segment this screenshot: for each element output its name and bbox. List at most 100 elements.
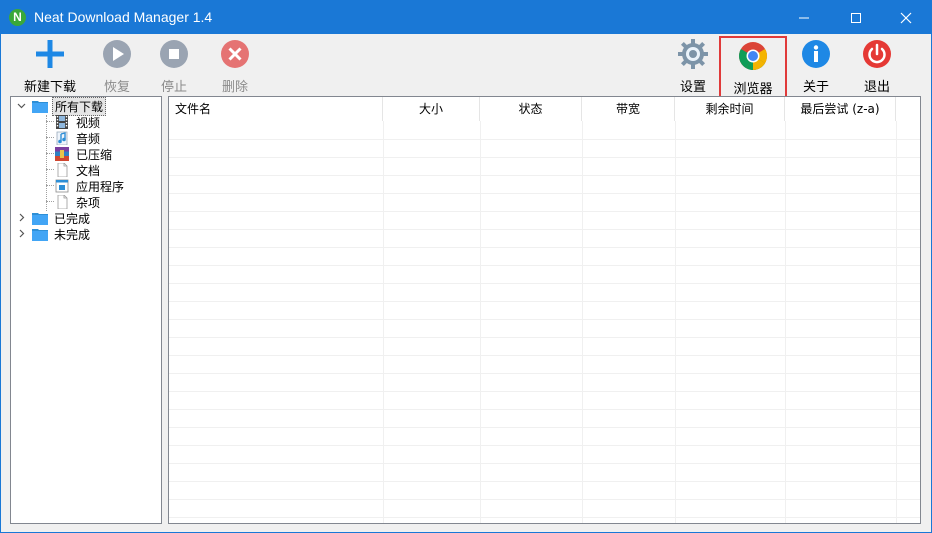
grid-row-line (169, 409, 920, 410)
tree-label: 未完成 (54, 227, 91, 242)
gear-icon (678, 39, 708, 69)
tree-connector (46, 137, 54, 138)
tree-item-documents[interactable]: 文档 (54, 162, 102, 178)
category-tree[interactable]: 所有下载 视频 音频 已压缩 文档 应用程序 杂项 已完成 未完成 (10, 96, 162, 524)
column-header-bandwidth[interactable]: 带宽 (582, 97, 675, 121)
play-icon (103, 40, 131, 68)
tree-item-audio[interactable]: 音频 (54, 130, 102, 146)
stop-button[interactable]: 停止 (155, 34, 193, 96)
grid-row-line (169, 193, 920, 194)
application-icon (55, 179, 69, 193)
grid-row-line (169, 265, 920, 266)
tree-label: 已压缩 (76, 147, 113, 162)
folder-icon (32, 101, 48, 113)
tree-item-video[interactable]: 视频 (54, 114, 102, 130)
folder-icon (32, 213, 48, 225)
folder-icon (32, 229, 48, 241)
power-icon (863, 40, 891, 68)
tree-connector (46, 169, 54, 170)
grid-column-line (896, 121, 897, 523)
grid-row-line (169, 247, 920, 248)
close-button[interactable] (883, 1, 929, 34)
tree-connector (46, 115, 47, 211)
tree-item-compressed[interactable]: 已压缩 (54, 146, 114, 162)
minimize-icon (799, 17, 809, 18)
grid-column-line (383, 121, 384, 523)
tree-connector (46, 185, 54, 186)
close-icon (900, 12, 912, 23)
grid-row-line (169, 373, 920, 374)
tree-item-incomplete[interactable]: 未完成 (32, 226, 92, 242)
chevron-down-icon[interactable] (17, 101, 26, 110)
tree-label: 已完成 (54, 211, 91, 226)
toolbar: 新建下载 恢复 停止 删除 设置 浏览器 关于 退出 (1, 34, 931, 100)
delete-label: 删除 (221, 80, 248, 95)
tree-label: 文档 (76, 163, 101, 178)
tree-label: 应用程序 (76, 179, 125, 194)
grid-column-line (480, 121, 481, 523)
document-icon (57, 163, 68, 177)
info-icon (802, 40, 830, 68)
grid-column-line (582, 121, 583, 523)
grid-row-line (169, 301, 920, 302)
tree-label: 杂项 (76, 195, 101, 210)
maximize-button[interactable] (833, 1, 879, 34)
stop-label: 停止 (160, 80, 187, 95)
tree-item-all-downloads[interactable]: 所有下载 (32, 96, 107, 116)
new-download-button[interactable]: 新建下载 (21, 34, 79, 96)
grid-row-line (169, 517, 920, 518)
grid-row-line (169, 283, 920, 284)
resume-label: 恢复 (103, 80, 130, 95)
grid-row-line (169, 229, 920, 230)
delete-button[interactable]: 删除 (215, 34, 255, 96)
chevron-right-icon[interactable] (17, 229, 26, 238)
list-header: 文件名 大小 状态 带宽 剩余时间 最后尝试 (z-a) (169, 97, 920, 121)
tree-item-misc[interactable]: 杂项 (54, 194, 102, 210)
browser-button[interactable]: 浏览器 (719, 36, 787, 100)
browser-label: 浏览器 (733, 82, 773, 97)
grid-row-line (169, 427, 920, 428)
download-list[interactable]: 文件名 大小 状态 带宽 剩余时间 最后尝试 (z-a) (168, 96, 921, 524)
stop-icon (160, 40, 188, 68)
delete-x-icon (221, 40, 249, 68)
app-window: N Neat Download Manager 1.4 新建下载 恢复 停止 删… (0, 0, 932, 533)
grid-column-line (675, 121, 676, 523)
chevron-right-icon[interactable] (17, 213, 26, 222)
title-bar[interactable]: N Neat Download Manager 1.4 (1, 1, 931, 34)
tree-connector (46, 153, 54, 154)
film-icon (56, 115, 68, 129)
tree-connector (46, 201, 54, 202)
plus-icon (36, 40, 64, 68)
grid-row-line (169, 463, 920, 464)
settings-button[interactable]: 设置 (674, 34, 712, 96)
column-header-status[interactable]: 状态 (480, 97, 582, 121)
column-header-size[interactable]: 大小 (383, 97, 480, 121)
grid-row-line (169, 355, 920, 356)
grid-row-line (169, 391, 920, 392)
app-logo-icon: N (9, 9, 26, 26)
grid-row-line (169, 481, 920, 482)
about-button[interactable]: 关于 (797, 34, 835, 96)
tree-item-applications[interactable]: 应用程序 (54, 178, 126, 194)
new-download-label: 新建下载 (23, 80, 76, 95)
grid-row-line (169, 139, 920, 140)
tree-connector (46, 121, 54, 122)
maximize-icon (851, 12, 861, 23)
exit-button[interactable]: 退出 (858, 34, 896, 96)
minimize-button[interactable] (781, 1, 827, 34)
tree-label: 视频 (76, 115, 101, 130)
grid-row-line (169, 337, 920, 338)
column-header-time-left[interactable]: 剩余时间 (675, 97, 785, 121)
grid-column-line (785, 121, 786, 523)
about-label: 关于 (802, 80, 829, 95)
column-header-last-try[interactable]: 最后尝试 (z-a) (785, 97, 896, 121)
grid-row-line (169, 319, 920, 320)
tree-item-completed[interactable]: 已完成 (32, 210, 92, 226)
grid-row-line (169, 211, 920, 212)
window-title: Neat Download Manager 1.4 (34, 9, 213, 25)
resume-button[interactable]: 恢复 (98, 34, 136, 96)
settings-label: 设置 (679, 80, 706, 95)
column-header-filename[interactable]: 文件名 (169, 97, 383, 121)
blank-file-icon (57, 195, 68, 209)
chrome-icon (739, 42, 767, 70)
